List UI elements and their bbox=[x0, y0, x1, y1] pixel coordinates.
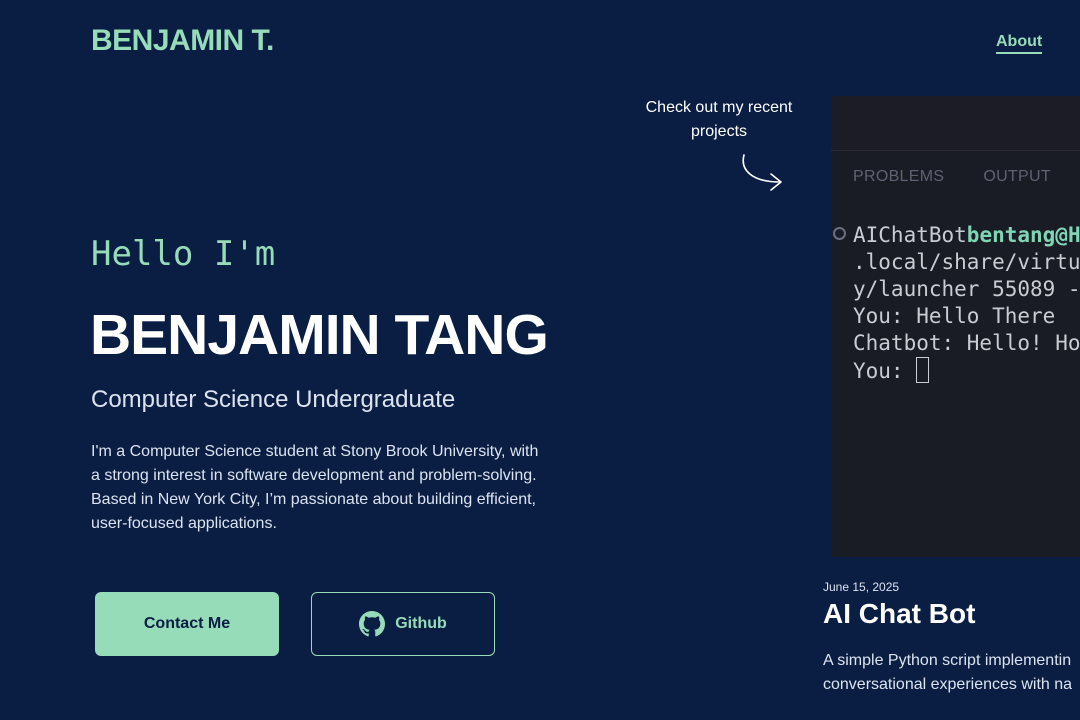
terminal-line: You: Hello There bbox=[853, 304, 1056, 328]
terminal-line: .local/share/virtu bbox=[853, 250, 1080, 274]
terminal-prompt-prefix: AIChatBot bbox=[853, 223, 967, 247]
terminal-line: You: bbox=[853, 359, 917, 383]
terminal-cursor bbox=[916, 357, 930, 383]
terminal-titlebar bbox=[831, 96, 1080, 151]
project-description: A simple Python script implementin conve… bbox=[823, 649, 1080, 697]
circle-status-icon bbox=[833, 227, 846, 240]
hero-bio: I'm a Computer Science student at Stony … bbox=[91, 443, 539, 532]
project-preview-terminal[interactable]: PROBLEMS OUTPUT AIChatBotbentang@H .loca… bbox=[831, 96, 1080, 557]
project-title[interactable]: AI Chat Bot bbox=[823, 598, 975, 630]
portfolio-page: BENJAMIN T. About Hello I'm BENJAMIN TAN… bbox=[0, 0, 1080, 720]
contact-me-button[interactable]: Contact Me bbox=[95, 592, 279, 656]
terminal-output: AIChatBotbentang@H .local/share/virtu y/… bbox=[853, 222, 1080, 385]
github-icon bbox=[359, 611, 386, 637]
terminal-line: y/launcher 55089 - bbox=[853, 277, 1080, 301]
github-button-label: Github bbox=[395, 615, 447, 632]
terminal-line: Chatbot: Hello! Ho bbox=[853, 331, 1080, 355]
terminal-tabs: PROBLEMS OUTPUT bbox=[853, 168, 1051, 186]
terminal-prompt-user: bentang@H bbox=[966, 223, 1080, 247]
curved-arrow-icon bbox=[742, 154, 782, 191]
hero-greeting: Hello I'm bbox=[91, 234, 276, 274]
site-logo[interactable]: BENJAMIN T. bbox=[91, 24, 274, 58]
project-description-line: A simple Python script implementin bbox=[823, 652, 1072, 669]
nav-about-link[interactable]: About bbox=[996, 33, 1043, 54]
github-button[interactable]: Github bbox=[311, 592, 495, 656]
project-date: June 15, 2025 bbox=[823, 580, 900, 594]
projects-callout: Check out my recent projects bbox=[645, 99, 793, 140]
project-description-line: conversational experiences with na bbox=[823, 676, 1073, 693]
hero-role: Computer Science Undergraduate bbox=[91, 386, 456, 413]
terminal-tab-problems: PROBLEMS bbox=[853, 168, 945, 185]
hero-name: BENJAMIN TANG bbox=[90, 303, 549, 367]
terminal-tab-output: OUTPUT bbox=[983, 168, 1051, 185]
